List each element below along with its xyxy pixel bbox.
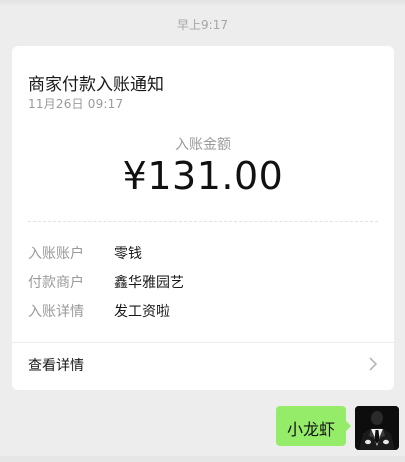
chat-timestamp: 早上9:17 — [177, 18, 228, 32]
message-bubble[interactable]: 小龙虾 — [276, 406, 346, 446]
info-label: 入账详情 — [28, 304, 84, 320]
top-edge — [0, 0, 405, 6]
suit-figure-avatar-icon — [355, 406, 399, 450]
payment-notification-card[interactable]: 商家付款入账通知 11月26日 09:17 入账金额 ¥131.00 入账账户 … — [12, 46, 394, 390]
info-value: 鑫华雅园艺 — [114, 275, 184, 291]
info-label: 入账账户 — [28, 246, 84, 262]
amount-value: ¥131.00 — [122, 154, 284, 198]
amount-label: 入账金额 — [175, 137, 231, 153]
info-value: 发工资啦 — [114, 304, 170, 320]
input-bar-edge — [0, 456, 405, 462]
dashed-divider — [28, 221, 378, 222]
chat-screen: 早上9:17 商家付款入账通知 11月26日 09:17 入账金额 ¥131.0… — [0, 0, 405, 462]
message-text: 小龙虾 — [286, 420, 335, 439]
info-label: 付款商户 — [28, 275, 84, 291]
notification-date: 11月26日 09:17 — [28, 97, 124, 111]
view-details-label: 查看详情 — [28, 358, 84, 374]
bubble-tail — [345, 420, 351, 432]
chevron-right-icon — [369, 357, 378, 371]
view-details-button[interactable]: 查看详情 — [12, 343, 394, 390]
info-value: 零钱 — [114, 246, 142, 262]
notification-title: 商家付款入账通知 — [28, 75, 164, 95]
avatar[interactable] — [355, 406, 399, 450]
